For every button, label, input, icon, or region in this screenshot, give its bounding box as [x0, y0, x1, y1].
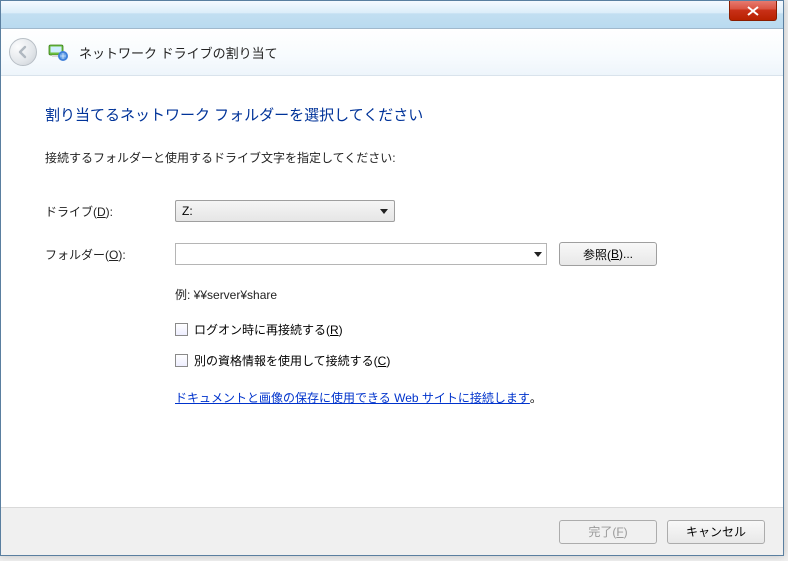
folder-row: フォルダー(O): 参照(B)... — [45, 242, 739, 266]
page-heading: 割り当てるネットワーク フォルダーを選択してください — [45, 104, 739, 125]
web-link-row: ドキュメントと画像の保存に使用できる Web サイトに接続します。 — [175, 383, 739, 406]
map-network-drive-wizard: ネットワーク ドライブの割り当て 割り当てるネットワーク フォルダーを選択してく… — [0, 0, 784, 556]
instruction-text: 接続するフォルダーと使用するドライブ文字を指定してください: — [45, 149, 739, 166]
reconnect-label: ログオン時に再接続する(R) — [194, 321, 343, 338]
credentials-label: 別の資格情報を使用して接続する(C) — [194, 352, 390, 369]
finish-button: 完了(F) — [559, 520, 657, 544]
close-icon — [747, 6, 759, 16]
browse-button[interactable]: 参照(B)... — [559, 242, 657, 266]
cancel-button[interactable]: キャンセル — [667, 520, 765, 544]
connect-website-link[interactable]: ドキュメントと画像の保存に使用できる Web サイトに接続します — [175, 389, 530, 406]
dropdown-arrow-icon — [380, 209, 388, 214]
folder-label: フォルダー(O): — [45, 246, 175, 263]
folder-combobox[interactable] — [175, 243, 547, 265]
drive-row: ドライブ(D): Z: — [45, 200, 739, 222]
header-title: ネットワーク ドライブの割り当て — [79, 43, 278, 62]
dropdown-arrow-icon — [534, 252, 542, 257]
titlebar — [1, 1, 783, 29]
back-button[interactable] — [9, 38, 37, 66]
close-button[interactable] — [729, 1, 777, 21]
reconnect-checkbox[interactable] — [175, 323, 188, 336]
drive-label: ドライブ(D): — [45, 203, 175, 220]
button-footer: 完了(F) キャンセル — [1, 507, 783, 555]
credentials-checkbox[interactable] — [175, 354, 188, 367]
reconnect-row: ログオン時に再接続する(R) — [175, 321, 739, 338]
content-area: 割り当てるネットワーク フォルダーを選択してください 接続するフォルダーと使用す… — [1, 76, 783, 426]
drive-value: Z: — [182, 204, 193, 218]
wizard-header: ネットワーク ドライブの割り当て — [1, 29, 783, 76]
network-drive-icon — [47, 41, 69, 63]
back-arrow-icon — [16, 45, 30, 59]
example-text: 例: ¥¥server¥share — [175, 286, 739, 303]
drive-select[interactable]: Z: — [175, 200, 395, 222]
different-credentials-row: 別の資格情報を使用して接続する(C) — [175, 352, 739, 369]
